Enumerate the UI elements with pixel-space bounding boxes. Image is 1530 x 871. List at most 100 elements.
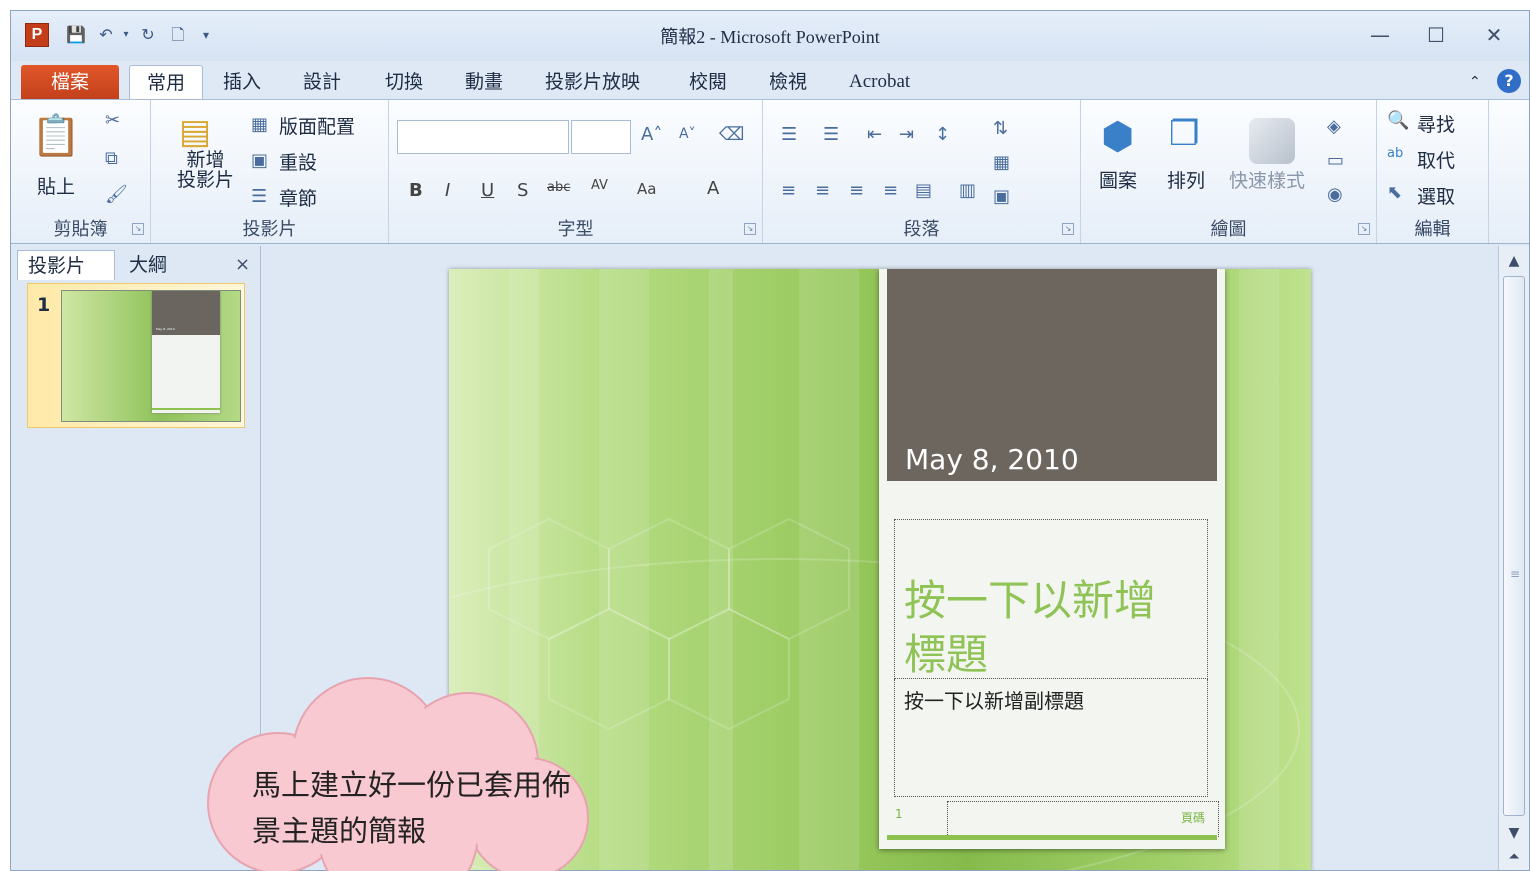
tab-outline-panel[interactable]: 大綱 <box>119 250 209 280</box>
align-text-icon[interactable]: ▦ <box>993 152 1010 173</box>
align-center-icon[interactable]: ≡ <box>815 180 830 201</box>
shape-fill-icon[interactable]: ◈ <box>1327 116 1341 137</box>
group-label-editing: 編輯 <box>1414 219 1451 240</box>
slide-date[interactable]: May 8, 2010 <box>905 443 1079 476</box>
group-label-slides: 投影片 <box>242 219 297 240</box>
tab-slideshow[interactable]: 投影片放映 <box>535 65 650 99</box>
maximize-button[interactable]: ☐ <box>1419 21 1453 49</box>
paste-button[interactable]: 貼上 <box>37 172 75 199</box>
format-painter-icon[interactable]: 🖌 <box>105 184 128 205</box>
vertical-scrollbar[interactable]: ▲ ≡ ▼ ⏶ <box>1498 246 1529 870</box>
italic-icon[interactable]: I <box>445 180 450 201</box>
find-icon[interactable]: 🔍 <box>1387 110 1409 131</box>
change-case-icon[interactable]: Aa <box>637 180 656 198</box>
strikethrough-icon[interactable]: abc <box>547 180 570 195</box>
group-label-drawing: 繪圖 <box>1210 219 1247 240</box>
reset-icon[interactable]: ▣ <box>251 150 268 171</box>
distribute-icon[interactable]: ▤ <box>915 180 932 201</box>
card-accent-line <box>887 835 1217 840</box>
reset-button[interactable]: 重設 <box>279 148 317 175</box>
arrange-button[interactable]: 排列 <box>1167 166 1205 193</box>
font-size-combobox[interactable] <box>571 120 631 154</box>
font-name-combobox[interactable] <box>397 120 569 154</box>
tab-acrobat[interactable]: Acrobat <box>839 65 920 99</box>
title-placeholder-text[interactable]: 按一下以新增標題 <box>904 574 1194 682</box>
slide-thumbnail[interactable]: May 8, 2010 <box>61 290 241 422</box>
slide-thumbnail-number: 1 <box>37 294 51 316</box>
shapes-icon[interactable]: ⬢ <box>1101 114 1134 158</box>
title-placeholder[interactable]: 按一下以新增標題 <box>894 519 1208 679</box>
select-button[interactable]: 選取 <box>1417 182 1455 209</box>
underline-icon[interactable]: U <box>481 180 494 201</box>
ribbon-tabs: 檔案 常用 插入 設計 切換 動畫 投影片放映 校閱 檢視 Acrobat ⌃ … <box>11 61 1529 99</box>
justify-icon[interactable]: ≡ <box>883 180 898 201</box>
tab-view[interactable]: 檢視 <box>759 65 817 99</box>
increase-indent-icon[interactable]: ⇥ <box>899 124 914 145</box>
font-launcher-icon[interactable]: ↘ <box>744 223 756 235</box>
tab-home[interactable]: 常用 <box>129 65 203 99</box>
align-right-icon[interactable]: ≡ <box>849 180 864 201</box>
group-font: A˄ A˅ ⌫ B I U S abc AV Aa A 字型 ↘ <box>389 100 763 243</box>
footer-placeholder[interactable] <box>947 801 1219 837</box>
align-left-icon[interactable]: ≡ <box>781 180 796 201</box>
drawing-launcher-icon[interactable]: ↘ <box>1358 223 1370 235</box>
tab-file[interactable]: 檔案 <box>21 65 119 99</box>
font-color-icon[interactable]: A <box>707 178 719 199</box>
decrease-indent-icon[interactable]: ⇤ <box>867 124 882 145</box>
new-slide-button[interactable]: 新增 投影片 <box>177 150 234 190</box>
grow-font-icon[interactable]: A˄ <box>641 124 662 145</box>
arrange-icon[interactable]: ❐ <box>1169 114 1199 154</box>
columns-icon[interactable]: ▥ <box>959 180 976 201</box>
bullets-icon[interactable]: ☰ <box>781 124 797 145</box>
close-panel-icon[interactable]: × <box>225 250 255 280</box>
tab-slides-panel[interactable]: 投影片 <box>17 250 115 280</box>
bold-icon[interactable]: B <box>409 180 423 201</box>
shadow-icon[interactable]: S <box>517 180 528 201</box>
quick-styles-icon[interactable] <box>1249 118 1295 164</box>
paste-icon[interactable]: 📋 <box>31 112 81 159</box>
shape-outline-icon[interactable]: ▭ <box>1327 150 1344 171</box>
layout-icon[interactable]: ▦ <box>251 114 268 135</box>
minimize-ribbon-icon[interactable]: ⌃ <box>1459 65 1491 99</box>
scroll-down-icon[interactable]: ▼ <box>1502 822 1526 844</box>
section-icon[interactable]: ☰ <box>251 186 267 207</box>
cut-icon[interactable]: ✂ <box>105 110 120 131</box>
subtitle-placeholder[interactable]: 按一下以新增副標題 <box>894 679 1208 797</box>
copy-icon[interactable]: ⧉ <box>105 148 118 169</box>
line-spacing-icon[interactable]: ↕ <box>935 124 950 145</box>
previous-slide-icon[interactable]: ⏶ <box>1502 846 1526 868</box>
scrollbar-thumb[interactable]: ≡ <box>1503 276 1525 816</box>
select-icon[interactable]: ⬉ <box>1387 182 1402 203</box>
tab-insert[interactable]: 插入 <box>213 65 271 99</box>
shrink-font-icon[interactable]: A˅ <box>679 126 696 142</box>
new-slide-icon[interactable]: ▤ <box>179 112 211 152</box>
tab-review[interactable]: 校閱 <box>679 65 737 99</box>
callout-text: 馬上建立好一份已套用佈景主題的簡報 <box>252 768 572 848</box>
tab-transitions[interactable]: 切換 <box>375 65 433 99</box>
shape-effects-icon[interactable]: ◉ <box>1327 184 1343 205</box>
layout-button[interactable]: 版面配置 <box>279 112 355 139</box>
replace-button[interactable]: 取代 <box>1417 146 1455 173</box>
group-drawing: ⬢ 圖案 ❐ 排列 快速樣式 ◈ ▭ ◉ 繪圖 ↘ <box>1081 100 1377 243</box>
smartart-icon[interactable]: ▣ <box>993 186 1010 207</box>
tab-animations[interactable]: 動畫 <box>455 65 513 99</box>
character-spacing-icon[interactable]: AV <box>591 178 608 193</box>
close-button[interactable]: ✕ <box>1477 21 1511 49</box>
scroll-up-icon[interactable]: ▲ <box>1502 250 1526 272</box>
text-direction-icon[interactable]: ⇅ <box>993 118 1008 139</box>
ribbon-home: 📋 貼上 ✂ ⧉ 🖌 剪貼簿 ↘ ▤ 新增 投影片 ▦ 版面配置 ▣ 重設 ☰ 章… <box>11 99 1529 244</box>
clear-format-icon[interactable]: ⌫ <box>719 124 744 145</box>
help-icon[interactable]: ? <box>1497 69 1521 93</box>
thumbnail-date: May 8, 2010 <box>156 327 175 331</box>
section-button[interactable]: 章節 <box>279 184 317 211</box>
replace-icon[interactable]: ab <box>1387 146 1403 161</box>
shapes-button[interactable]: 圖案 <box>1099 166 1137 193</box>
tab-design[interactable]: 設計 <box>293 65 351 99</box>
quick-styles-button[interactable]: 快速樣式 <box>1229 166 1305 193</box>
paragraph-launcher-icon[interactable]: ↘ <box>1062 223 1074 235</box>
clipboard-launcher-icon[interactable]: ↘ <box>132 223 144 235</box>
subtitle-placeholder-text[interactable]: 按一下以新增副標題 <box>904 685 1084 714</box>
minimize-button[interactable]: — <box>1363 21 1397 49</box>
numbering-icon[interactable]: ☰ <box>823 124 839 145</box>
find-button[interactable]: 尋找 <box>1417 110 1455 137</box>
